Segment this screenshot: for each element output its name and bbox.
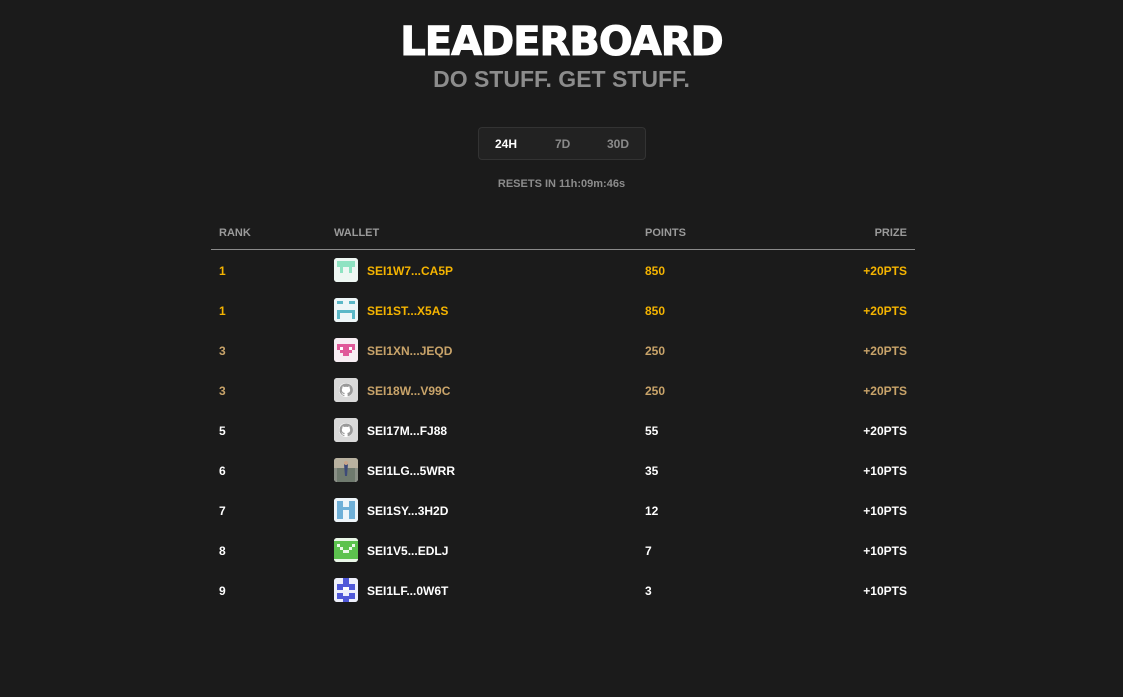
rank-cell: 7 bbox=[219, 504, 226, 518]
prize-cell: +10PTS bbox=[863, 464, 907, 478]
photo-avatar-icon bbox=[334, 458, 358, 482]
prize-cell: +10PTS bbox=[863, 544, 907, 558]
wallet-column-header: WALLET bbox=[334, 227, 380, 239]
reset-countdown: RESETS IN 11h:09m:46s bbox=[497, 178, 626, 190]
indigo-pixel-icon bbox=[334, 578, 358, 602]
points-cell: 7 bbox=[645, 544, 652, 558]
wallet-address[interactable]: SEI1W7...CA5P bbox=[367, 264, 453, 278]
points-cell: 3 bbox=[645, 584, 652, 598]
period-tabs: 24H 7D 30D bbox=[478, 127, 646, 160]
blue-pixel-icon bbox=[334, 498, 358, 522]
points-cell: 12 bbox=[645, 504, 659, 518]
prize-cell: +20PTS bbox=[863, 344, 907, 358]
mint-pixel-icon bbox=[334, 258, 358, 282]
table-row[interactable]: 1 SEI1ST...X5AS 850 +20PTS bbox=[211, 290, 915, 330]
teal-pixel-icon bbox=[334, 298, 358, 322]
wallet-address[interactable]: SEI1LG...5WRR bbox=[367, 464, 455, 478]
rank-cell: 9 bbox=[219, 584, 226, 598]
points-cell: 850 bbox=[645, 304, 666, 318]
rank-column-header: RANK bbox=[219, 227, 251, 239]
wallet-address[interactable]: SEI17M...FJ88 bbox=[367, 424, 447, 438]
tab-24h[interactable]: 24H bbox=[495, 137, 517, 151]
pink-pixel-icon bbox=[334, 338, 358, 362]
wallet-address[interactable]: SEI1SY...3H2D bbox=[367, 504, 448, 518]
github-icon bbox=[334, 378, 358, 402]
table-row[interactable]: 3 SEI1XN...JEQD 250 +20PTS bbox=[211, 330, 915, 370]
page-title: LEADERBOARD bbox=[400, 19, 724, 65]
points-cell: 250 bbox=[645, 384, 666, 398]
wallet-address[interactable]: SEI1V5...EDLJ bbox=[367, 544, 448, 558]
prize-cell: +10PTS bbox=[863, 584, 907, 598]
green-pixel-icon bbox=[334, 538, 358, 562]
table-row[interactable]: 9 SEI1LF...0W6T 3 +10PTS bbox=[211, 570, 915, 610]
prize-cell: +20PTS bbox=[863, 424, 907, 438]
table-row[interactable]: 7 SEI1SY...3H2D 12 +10PTS bbox=[211, 490, 915, 530]
prize-cell: +20PTS bbox=[863, 384, 907, 398]
wallet-address[interactable]: SEI18W...V99C bbox=[367, 384, 450, 398]
tab-30d[interactable]: 30D bbox=[607, 137, 629, 151]
points-cell: 35 bbox=[645, 464, 659, 478]
points-cell: 55 bbox=[645, 424, 659, 438]
wallet-address[interactable]: SEI1XN...JEQD bbox=[367, 344, 452, 358]
table-row[interactable]: 5 SEI17M...FJ88 55 +20PTS bbox=[211, 410, 915, 450]
table-row[interactable]: 6 SEI1LG...5WRR 35 +10PTS bbox=[211, 450, 915, 490]
points-cell: 850 bbox=[645, 264, 666, 278]
github-icon bbox=[334, 418, 358, 442]
points-column-header: POINTS bbox=[645, 227, 686, 239]
page-subtitle: DO STUFF. GET STUFF. bbox=[433, 66, 690, 92]
prize-cell: +10PTS bbox=[863, 504, 907, 518]
leaderboard-table: RANK WALLET POINTS PRIZE 1 SEI1W7...CA5P 8… bbox=[211, 225, 915, 610]
rank-cell: 8 bbox=[219, 544, 226, 558]
tab-7d[interactable]: 7D bbox=[555, 137, 570, 151]
leaderboard-page: LEADERBOARD DO STUFF. GET STUFF. 24H 7D … bbox=[0, 0, 1123, 697]
prize-cell: +20PTS bbox=[863, 264, 907, 278]
rank-cell: 5 bbox=[219, 424, 226, 438]
rank-cell: 3 bbox=[219, 384, 226, 398]
points-cell: 250 bbox=[645, 344, 666, 358]
rank-cell: 3 bbox=[219, 344, 226, 358]
table-row[interactable]: 3 SEI18W...V99C 250 +20PTS bbox=[211, 370, 915, 410]
table-header: RANK WALLET POINTS PRIZE bbox=[211, 225, 915, 250]
table-row[interactable]: 1 SEI1W7...CA5P 850 +20PTS bbox=[211, 250, 915, 290]
wallet-address[interactable]: SEI1LF...0W6T bbox=[367, 584, 448, 598]
prize-column-header: PRIZE bbox=[874, 227, 907, 239]
table-row[interactable]: 8 SEI1V5...EDLJ 7 +10PTS bbox=[211, 530, 915, 570]
rank-cell: 1 bbox=[219, 304, 226, 318]
table-body: 1 SEI1W7...CA5P 850 +20PTS 1 SEI1ST...X5AS 850… bbox=[211, 250, 915, 610]
prize-cell: +20PTS bbox=[863, 304, 907, 318]
rank-cell: 6 bbox=[219, 464, 226, 478]
rank-cell: 1 bbox=[219, 264, 226, 278]
wallet-address[interactable]: SEI1ST...X5AS bbox=[367, 304, 448, 318]
